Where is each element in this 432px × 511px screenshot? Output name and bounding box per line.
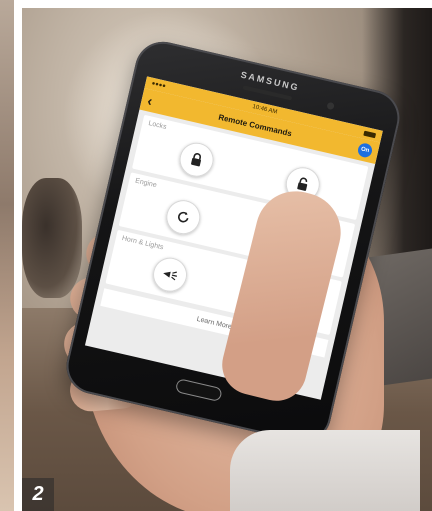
background-object <box>22 178 82 298</box>
horn-button[interactable] <box>149 254 190 295</box>
lock-button[interactable] <box>175 139 217 180</box>
remote-start-icon <box>177 211 188 223</box>
photo-stage: SAMSUNG ●●●● 10:46 AM ‹ Remote Commands … <box>0 0 432 511</box>
onstar-hub-icon[interactable]: On <box>356 141 374 159</box>
horn-icon <box>162 271 177 281</box>
signal-icon: ●●●● <box>150 80 167 90</box>
phone-home-button <box>174 378 223 403</box>
adjacent-photo-edge <box>0 0 14 511</box>
shirt-sleeve <box>230 430 420 511</box>
remote-start-button[interactable] <box>162 196 204 238</box>
lock-closed-icon <box>190 152 201 167</box>
battery-icon <box>363 130 377 138</box>
front-camera <box>326 101 335 111</box>
panel-divider <box>14 0 22 511</box>
step-number-badge: 2 <box>22 478 54 511</box>
back-chevron-icon[interactable]: ‹ <box>146 92 154 109</box>
